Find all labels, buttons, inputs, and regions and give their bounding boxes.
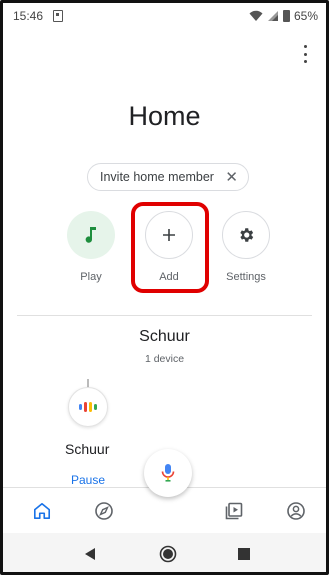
assistant-mic-button[interactable] bbox=[144, 449, 192, 497]
speaker-device-icon[interactable] bbox=[66, 379, 110, 431]
wifi-icon bbox=[249, 10, 263, 21]
room-title: Schuur bbox=[139, 328, 190, 345]
add-highlight-box bbox=[131, 202, 209, 293]
account-icon[interactable] bbox=[285, 500, 307, 522]
recents-icon[interactable] bbox=[235, 545, 253, 563]
explore-icon[interactable] bbox=[93, 500, 115, 522]
system-navigation-bar bbox=[3, 533, 326, 572]
play-button[interactable]: Play bbox=[61, 211, 121, 283]
invite-home-member-chip[interactable]: Invite home member ✕ bbox=[87, 163, 249, 191]
phone-screen: 15:46 65% Home Invite home member ✕ Play bbox=[0, 0, 329, 575]
music-note-icon bbox=[85, 227, 96, 243]
home-icon[interactable] bbox=[31, 500, 53, 522]
status-right: 65% bbox=[249, 9, 318, 23]
battery-percent: 65% bbox=[293, 9, 318, 23]
device-name[interactable]: Schuur bbox=[65, 441, 109, 457]
close-icon[interactable]: ✕ bbox=[225, 168, 238, 186]
back-icon[interactable] bbox=[81, 545, 99, 563]
gear-icon bbox=[240, 228, 254, 242]
play-circle bbox=[67, 211, 115, 259]
sd-card-icon bbox=[53, 10, 64, 22]
page-title: Home bbox=[128, 101, 201, 131]
settings-circle bbox=[222, 211, 270, 259]
more-options-icon[interactable] bbox=[302, 45, 308, 63]
pause-button[interactable]: Pause bbox=[71, 473, 105, 487]
signal-icon bbox=[267, 11, 278, 21]
settings-button[interactable]: Settings bbox=[216, 211, 276, 283]
settings-label: Settings bbox=[226, 271, 266, 283]
microphone-icon bbox=[161, 464, 175, 482]
media-icon[interactable] bbox=[223, 500, 245, 522]
status-time: 15:46 bbox=[13, 9, 44, 23]
status-bar: 15:46 65% bbox=[3, 3, 326, 29]
device-count: 1 device bbox=[144, 353, 185, 365]
home-system-icon[interactable] bbox=[159, 545, 177, 563]
section-divider bbox=[17, 315, 312, 316]
invite-chip-label: Invite home member bbox=[100, 170, 214, 184]
battery-icon bbox=[282, 10, 290, 22]
play-label: Play bbox=[80, 271, 102, 283]
